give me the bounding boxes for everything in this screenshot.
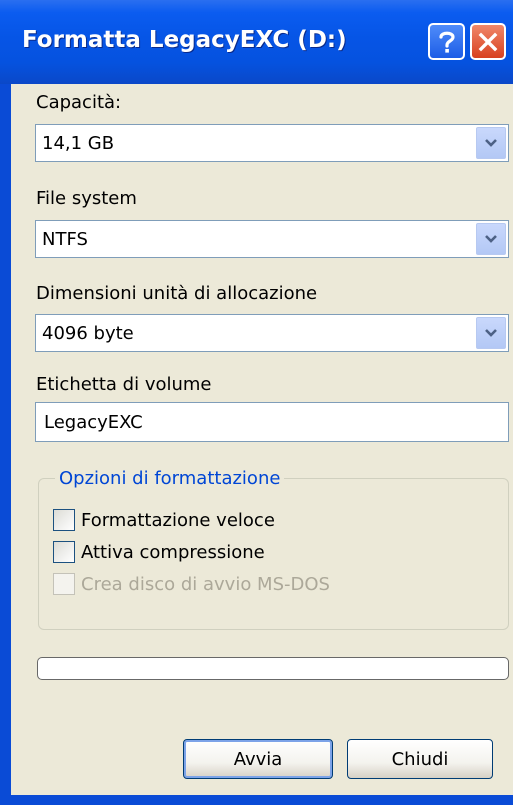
capacity-label: Capacità:: [36, 92, 122, 113]
title-bar[interactable]: Formatta LegacyEXC (D:): [0, 0, 513, 84]
chevron-down-icon: [485, 329, 497, 337]
close-button[interactable]: Chiudi: [347, 739, 493, 779]
quick-format-option[interactable]: Formattazione veloce: [53, 506, 275, 534]
filesystem-label: File system: [36, 188, 137, 209]
volume-label-caption: Etichetta di volume: [36, 374, 212, 395]
window-bottom-border: [0, 795, 513, 805]
quick-format-label[interactable]: Formattazione veloce: [81, 510, 275, 531]
msdos-boot-label: Crea disco di avvio MS-DOS: [81, 573, 330, 595]
dialog-client-area: Capacità: 14,1 GB File system NTFS Dimen…: [11, 84, 513, 805]
allocation-label: Dimensioni unità di allocazione: [36, 283, 318, 304]
start-button[interactable]: Avvia: [183, 739, 333, 779]
close-window-button[interactable]: [470, 23, 506, 60]
chevron-down-icon: [485, 235, 497, 243]
allocation-value: 4096 byte: [42, 323, 134, 344]
help-button[interactable]: [428, 23, 465, 60]
volume-label-input[interactable]: [36, 403, 508, 441]
compression-checkbox[interactable]: [53, 541, 75, 563]
chevron-down-icon: [485, 139, 497, 147]
help-question-icon: [438, 31, 455, 53]
capacity-value: 14,1 GB: [42, 133, 115, 154]
filesystem-dropdown-arrow[interactable]: [476, 223, 506, 255]
msdos-boot-option: Crea disco di avvio MS-DOS: [53, 570, 330, 598]
format-options-legend: Opzioni di formattazione: [55, 468, 285, 489]
filesystem-dropdown[interactable]: NTFS: [35, 220, 509, 258]
volume-label-field[interactable]: [35, 402, 509, 442]
format-progress-bar: [37, 657, 509, 680]
quick-format-checkbox[interactable]: [53, 509, 75, 531]
window-title: Formatta LegacyEXC (D:): [22, 27, 347, 53]
format-dialog-window: Formatta LegacyEXC (D:) Capacità: 14,1 G…: [0, 0, 513, 805]
allocation-dropdown[interactable]: 4096 byte: [35, 314, 509, 352]
close-x-icon: [478, 32, 498, 51]
capacity-dropdown[interactable]: 14,1 GB: [35, 124, 509, 162]
compression-option[interactable]: Attiva compressione: [53, 538, 265, 566]
compression-label[interactable]: Attiva compressione: [81, 542, 265, 563]
capacity-dropdown-arrow[interactable]: [476, 127, 506, 159]
msdos-boot-checkbox: [53, 573, 75, 595]
filesystem-value: NTFS: [42, 229, 88, 250]
allocation-dropdown-arrow[interactable]: [476, 317, 506, 349]
